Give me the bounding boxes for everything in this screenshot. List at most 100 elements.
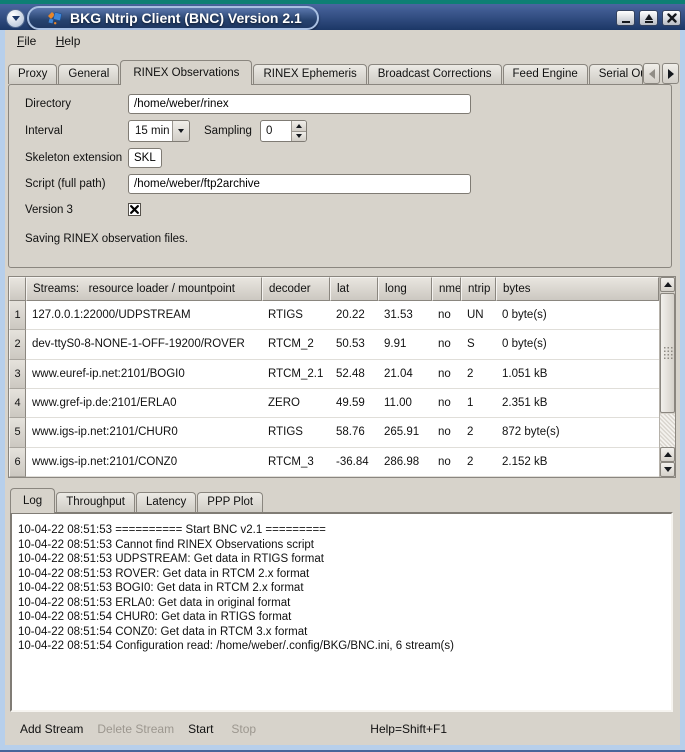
tab-scroll-left-button[interactable]: [643, 63, 660, 84]
col-header-decoder[interactable]: decoder: [262, 277, 330, 301]
cell-mountpoint[interactable]: www.igs-ip.net:2101/CHUR0: [26, 418, 262, 447]
close-button[interactable]: [662, 10, 681, 26]
col-header-lat[interactable]: lat: [330, 277, 378, 301]
cell-long[interactable]: 9.91: [378, 330, 432, 359]
cell-long[interactable]: 31.53: [378, 301, 432, 330]
directory-input[interactable]: [128, 94, 471, 114]
tab-general[interactable]: General: [58, 64, 119, 84]
spin-up-button[interactable]: [292, 121, 306, 132]
col-header-ntrip[interactable]: ntrip: [461, 277, 496, 301]
panel-hint-text: Saving RINEX observation files.: [25, 233, 671, 245]
menu-file[interactable]: File: [17, 34, 36, 48]
row-number[interactable]: 1: [9, 301, 26, 330]
spin-down-button[interactable]: [292, 132, 306, 142]
cell-bytes[interactable]: 0 byte(s): [496, 330, 659, 359]
scrollbar-up-button-2[interactable]: [660, 447, 675, 462]
scrollbar-track[interactable]: [660, 414, 675, 447]
scrollbar-thumb[interactable]: [660, 293, 675, 413]
tab-feed-engine[interactable]: Feed Engine: [503, 64, 588, 84]
interval-select[interactable]: 15 min: [128, 120, 190, 142]
cell-decoder[interactable]: RTCM_2.1: [262, 360, 330, 389]
cell-ntrip[interactable]: S: [461, 330, 496, 359]
start-button[interactable]: Start: [188, 722, 213, 736]
tab-proxy[interactable]: Proxy: [8, 64, 57, 84]
cell-bytes[interactable]: 0 byte(s): [496, 301, 659, 330]
combo-arrow-button[interactable]: [172, 121, 189, 141]
delete-stream-button[interactable]: Delete Stream: [97, 722, 174, 736]
cell-bytes[interactable]: 2.351 kB: [496, 389, 659, 418]
row-number[interactable]: 3: [9, 360, 26, 389]
cell-mountpoint[interactable]: www.igs-ip.net:2101/CONZ0: [26, 448, 262, 477]
cell-nmea[interactable]: no: [432, 360, 461, 389]
cell-nmea[interactable]: no: [432, 301, 461, 330]
cell-decoder[interactable]: RTCM_2: [262, 330, 330, 359]
version3-checkbox[interactable]: [128, 203, 141, 216]
log-output[interactable]: 10-04-22 08:51:53 ========== Start BNC v…: [10, 512, 673, 712]
cell-lat[interactable]: -36.84: [330, 448, 378, 477]
cell-long[interactable]: 265.91: [378, 418, 432, 447]
tab-log[interactable]: Log: [10, 488, 55, 513]
cell-lat[interactable]: 52.48: [330, 360, 378, 389]
cell-nmea[interactable]: no: [432, 330, 461, 359]
skeleton-extension-input[interactable]: [128, 148, 162, 168]
col-header-streams[interactable]: Streams: resource loader / mountpoint: [26, 277, 262, 301]
tab-ppp-plot[interactable]: PPP Plot: [197, 492, 263, 512]
cell-decoder[interactable]: RTIGS: [262, 301, 330, 330]
tab-scroll-buttons: [643, 63, 679, 84]
menu-help[interactable]: Help: [56, 34, 81, 48]
script-input[interactable]: [128, 174, 471, 194]
col-header-bytes[interactable]: bytes: [496, 277, 659, 301]
cell-long[interactable]: 11.00: [378, 389, 432, 418]
sampling-spinner[interactable]: 0 sec: [260, 120, 307, 142]
cell-mountpoint[interactable]: www.gref-ip.de:2101/ERLA0: [26, 389, 262, 418]
cell-decoder[interactable]: ZERO: [262, 389, 330, 418]
cell-ntrip[interactable]: 2: [461, 360, 496, 389]
cell-bytes[interactable]: 1.051 kB: [496, 360, 659, 389]
cell-mountpoint[interactable]: www.euref-ip.net:2101/BOGI0: [26, 360, 262, 389]
tab-rinex-observations[interactable]: RINEX Observations: [120, 60, 252, 85]
stop-button[interactable]: Stop: [231, 722, 256, 736]
window-menu-button[interactable]: [6, 9, 25, 28]
col-header-nmea[interactable]: nmea: [432, 277, 461, 301]
row-number[interactable]: 2: [9, 330, 26, 359]
cell-decoder[interactable]: RTCM_3: [262, 448, 330, 477]
cell-ntrip[interactable]: UN: [461, 301, 496, 330]
tab-rinex-ephemeris[interactable]: RINEX Ephemeris: [253, 64, 366, 84]
interval-label: Interval: [25, 125, 128, 137]
cell-long[interactable]: 286.98: [378, 448, 432, 477]
row-number[interactable]: 4: [9, 389, 26, 418]
cell-lat[interactable]: 20.22: [330, 301, 378, 330]
cell-lat[interactable]: 50.53: [330, 330, 378, 359]
cell-lat[interactable]: 49.59: [330, 389, 378, 418]
tab-broadcast-corrections[interactable]: Broadcast Corrections: [368, 64, 502, 84]
titlebar[interactable]: BKG Ntrip Client (BNC) Version 2.1: [0, 0, 685, 30]
cell-bytes[interactable]: 2.152 kB: [496, 448, 659, 477]
cell-nmea[interactable]: no: [432, 389, 461, 418]
scrollbar-up-button[interactable]: [660, 277, 675, 292]
row-number[interactable]: 5: [9, 418, 26, 447]
cell-ntrip[interactable]: 2: [461, 418, 496, 447]
interval-value: 15 min: [129, 121, 172, 141]
shade-button[interactable]: [639, 10, 658, 26]
cell-ntrip[interactable]: 1: [461, 389, 496, 418]
tab-serial-output[interactable]: Serial Outp: [589, 64, 643, 84]
cell-ntrip[interactable]: 2: [461, 448, 496, 477]
log-line: 10-04-22 08:51:54 CONZ0: Get data in RTC…: [18, 625, 665, 640]
cell-mountpoint[interactable]: 127.0.0.1:22000/UDPSTREAM: [26, 301, 262, 330]
tab-scroll-right-button[interactable]: [662, 63, 679, 84]
cell-nmea[interactable]: no: [432, 418, 461, 447]
cell-mountpoint[interactable]: dev-ttyS0-8-NONE-1-OFF-19200/ROVER: [26, 330, 262, 359]
cell-lat[interactable]: 58.76: [330, 418, 378, 447]
tab-latency[interactable]: Latency: [136, 492, 196, 512]
add-stream-button[interactable]: Add Stream: [20, 722, 83, 736]
minimize-button[interactable]: [616, 10, 635, 26]
cell-nmea[interactable]: no: [432, 448, 461, 477]
row-number[interactable]: 6: [9, 448, 26, 477]
scrollbar-down-button[interactable]: [660, 462, 675, 477]
cell-bytes[interactable]: 872 byte(s): [496, 418, 659, 447]
tab-throughput[interactable]: Throughput: [56, 492, 135, 512]
cell-decoder[interactable]: RTIGS: [262, 418, 330, 447]
col-header-long[interactable]: long: [378, 277, 432, 301]
cell-long[interactable]: 21.04: [378, 360, 432, 389]
streams-scrollbar[interactable]: [659, 277, 675, 477]
